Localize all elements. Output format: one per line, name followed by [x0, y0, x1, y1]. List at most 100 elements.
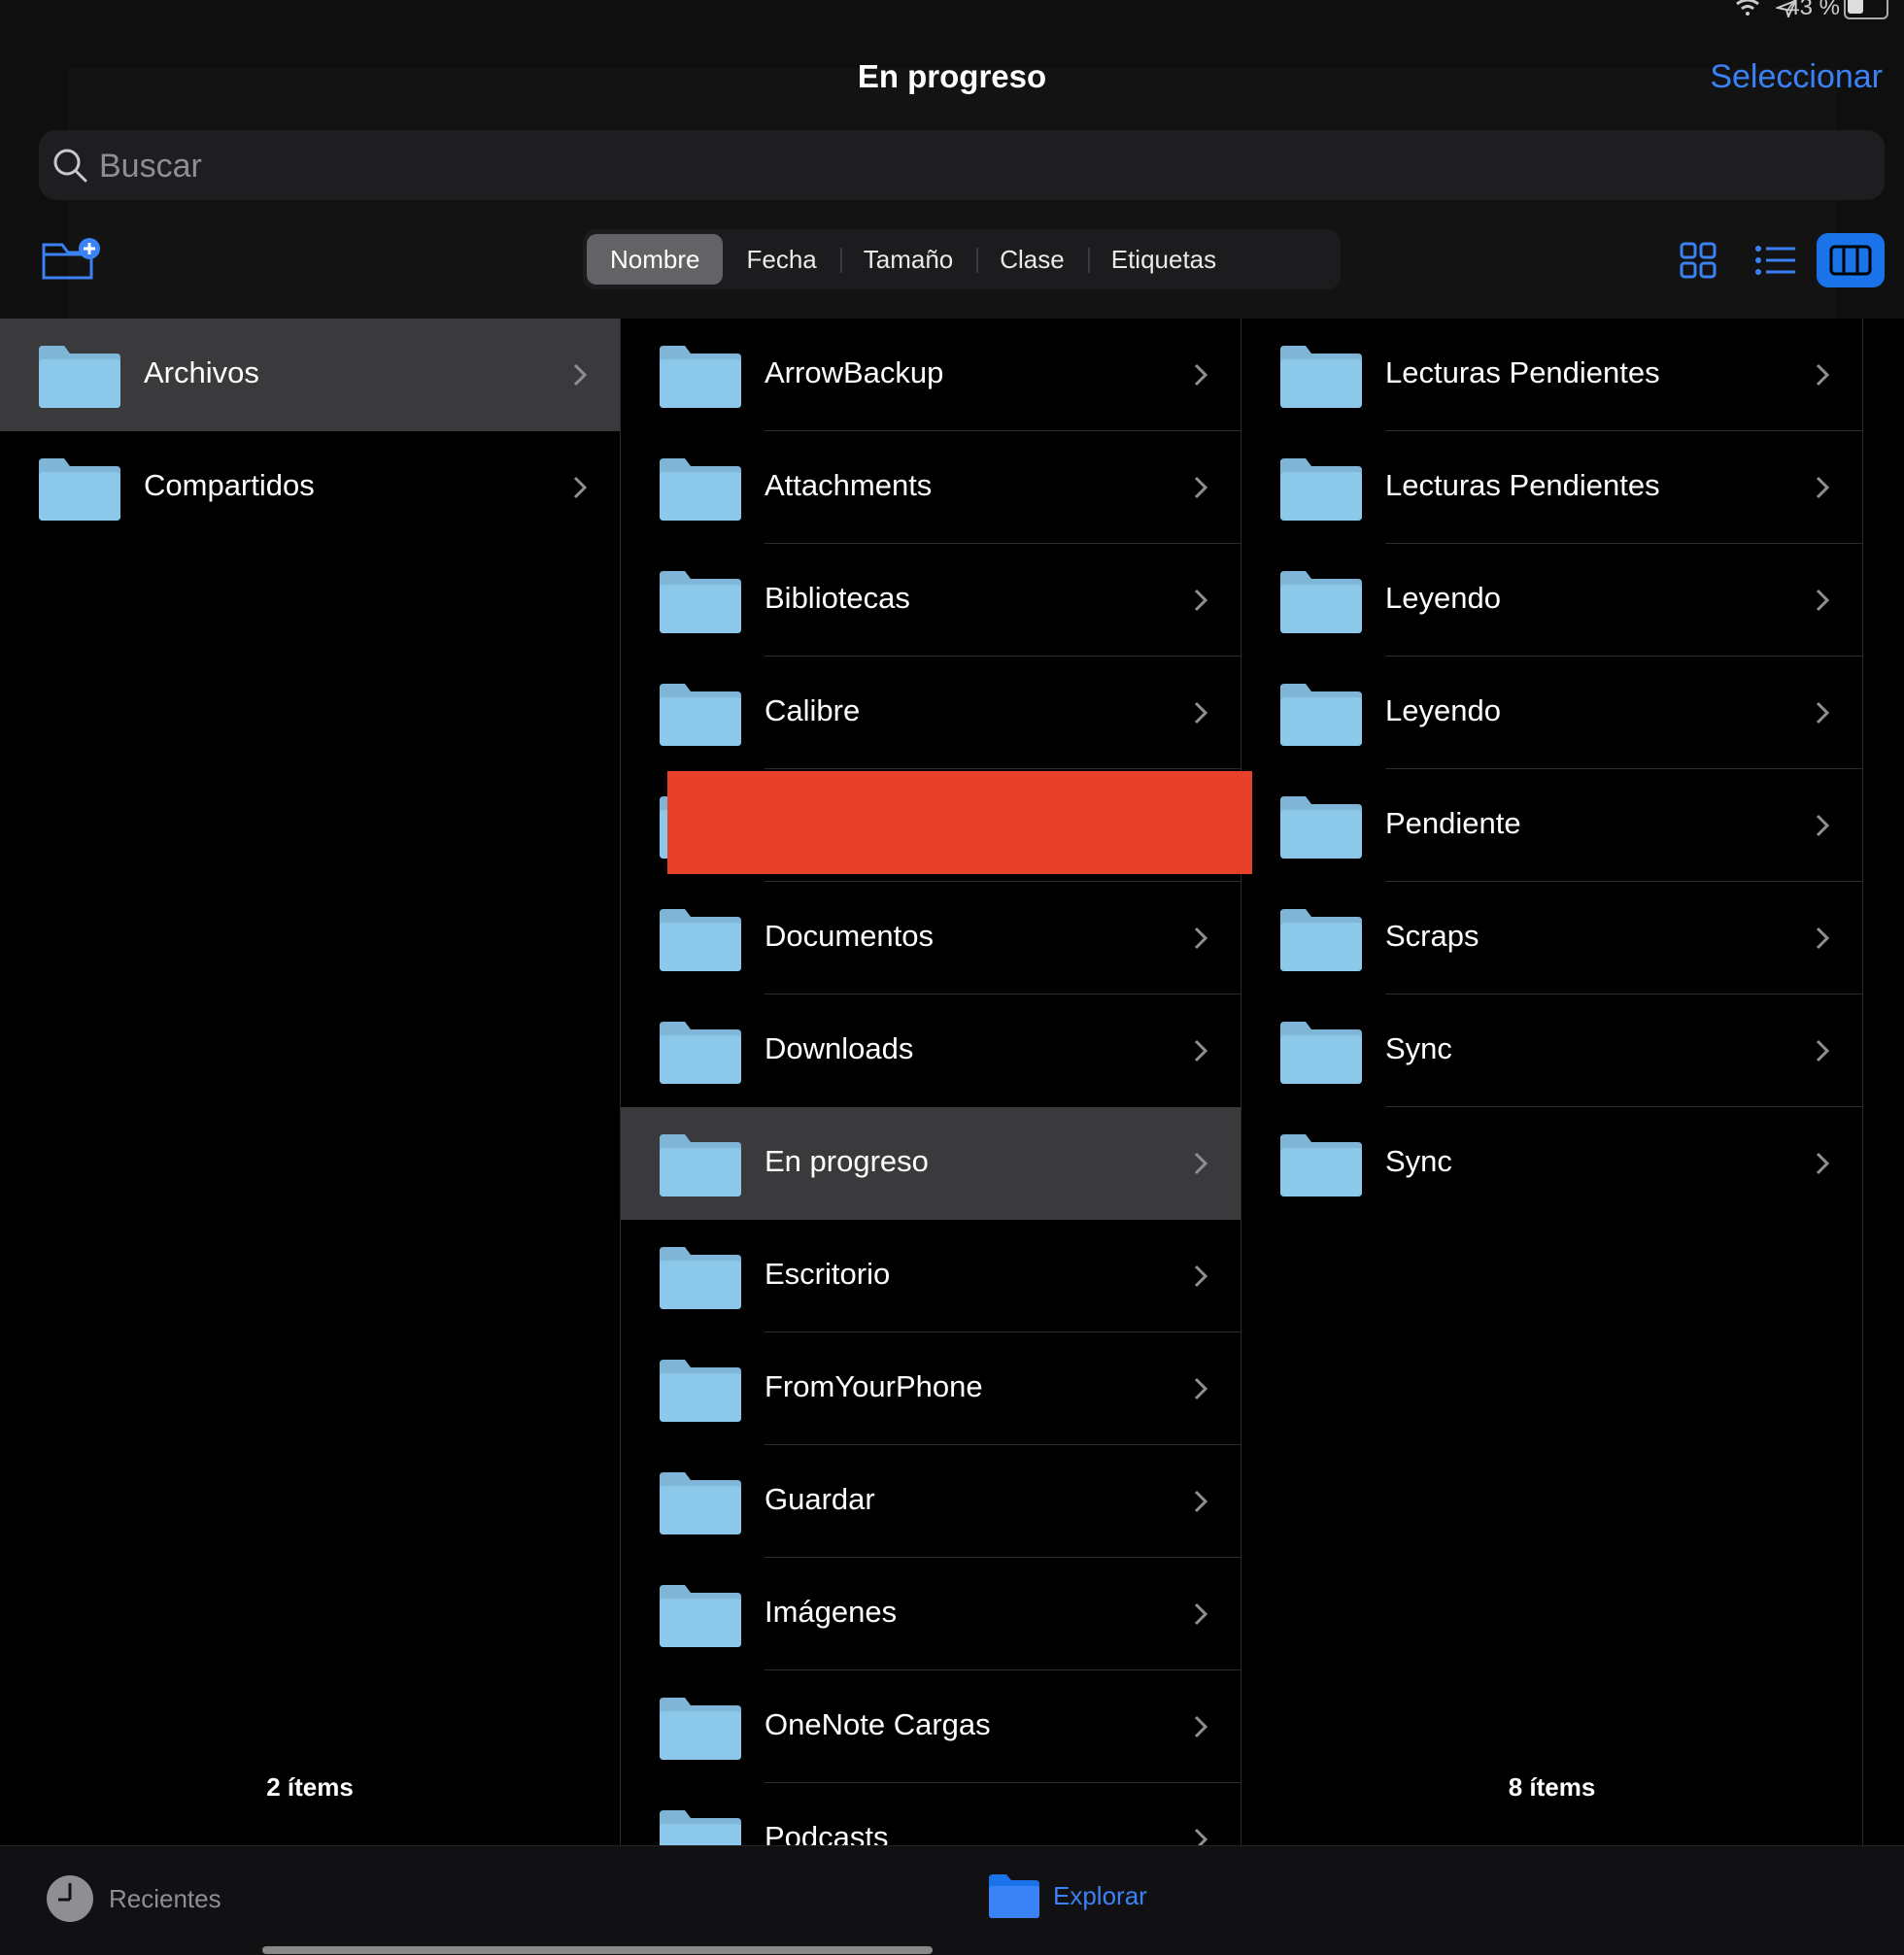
- new-folder-icon[interactable]: [41, 235, 103, 282]
- item-count: 2 ítems: [266, 1772, 354, 1802]
- tab-label: Recientes: [109, 1883, 221, 1913]
- item-label: Sync: [1385, 1031, 1452, 1065]
- chevron-right-icon: [1816, 701, 1830, 725]
- sort-by-tags[interactable]: Etiquetas: [1087, 234, 1240, 285]
- folder-icon: [1280, 346, 1362, 408]
- list-item[interactable]: Lecturas Pendientes: [1241, 431, 1862, 544]
- chevron-right-icon: [1194, 363, 1208, 387]
- chevron-right-icon: [1194, 476, 1208, 499]
- list-item[interactable]: FromYourPhone: [621, 1332, 1241, 1445]
- item-label: Pendiente: [1385, 806, 1521, 840]
- folder-icon: [1280, 796, 1362, 859]
- column-view-button[interactable]: [1817, 233, 1885, 287]
- folder-icon: [660, 909, 741, 971]
- tab-recientes[interactable]: Recientes: [45, 1873, 221, 1924]
- list-item-archivos[interactable]: Archivos: [0, 319, 620, 431]
- item-label: Imágenes: [765, 1595, 898, 1629]
- item-label: FromYourPhone: [765, 1369, 983, 1403]
- tab-explorar[interactable]: Explorar: [989, 1873, 1147, 1918]
- list-item[interactable]: Imágenes: [621, 1558, 1241, 1670]
- list-item[interactable]: Pendiente: [1241, 769, 1862, 882]
- item-label: Lecturas Pendientes: [1385, 355, 1660, 389]
- item-label: OneNote Cargas: [765, 1707, 991, 1741]
- folder-icon: [660, 684, 741, 746]
- shared-folder-icon: [39, 458, 120, 521]
- chevron-right-icon: [1194, 927, 1208, 950]
- chevron-right-icon: [1194, 1152, 1208, 1175]
- item-label: Leyendo: [1385, 693, 1501, 727]
- chevron-right-icon: [1194, 1039, 1208, 1062]
- column-view-icon: [1829, 245, 1872, 276]
- chevron-right-icon: [1194, 1490, 1208, 1513]
- sort-by-kind[interactable]: Clase: [976, 234, 1087, 285]
- list-item[interactable]: Attachments: [621, 431, 1241, 544]
- list-item[interactable]: Downloads: [621, 994, 1241, 1107]
- list-item[interactable]: Guardar: [621, 1445, 1241, 1558]
- folder-icon: [660, 1134, 741, 1197]
- list-item[interactable]: Calibre: [621, 657, 1241, 769]
- home-indicator: [262, 1946, 933, 1954]
- chevron-right-icon: [1816, 363, 1830, 387]
- sort-by-name[interactable]: Nombre: [587, 234, 724, 285]
- battery-percent: 43 %: [1786, 0, 1840, 20]
- folder-icon: [660, 1585, 741, 1647]
- item-label: Documentos: [765, 919, 935, 953]
- item-label: Downloads: [765, 1031, 914, 1065]
- list-item-compartidos[interactable]: Compartidos: [0, 431, 620, 544]
- chevron-right-icon: [1816, 1039, 1830, 1062]
- redaction-box: [667, 771, 1252, 874]
- item-label: Sync: [1385, 1144, 1452, 1178]
- list-item[interactable]: Lecturas Pendientes: [1241, 319, 1862, 431]
- folder-icon: [1280, 909, 1362, 971]
- select-button[interactable]: Seleccionar: [1710, 58, 1883, 96]
- folder-icon: [1280, 1022, 1362, 1084]
- list-item[interactable]: Sync: [1241, 994, 1862, 1107]
- list-item[interactable]: Escritorio: [621, 1220, 1241, 1332]
- folder-icon: [660, 1810, 741, 1845]
- folder-icon: [989, 1874, 1039, 1918]
- list-item-en-progreso[interactable]: En progreso: [621, 1107, 1241, 1220]
- item-label: Bibliotecas: [765, 581, 910, 615]
- chevron-right-icon: [1194, 1377, 1208, 1400]
- folder-icon: [660, 346, 741, 408]
- folder-icon: [660, 571, 741, 633]
- list-item[interactable]: Podcasts: [621, 1783, 1241, 1845]
- subfolders-column: Lecturas Pendientes Lecturas Pendientes …: [1241, 319, 1863, 1845]
- item-label: Guardar: [765, 1482, 875, 1516]
- list-item[interactable]: Leyendo: [1241, 657, 1862, 769]
- sort-by-size[interactable]: Tamaño: [839, 234, 977, 285]
- folder-icon: [660, 1360, 741, 1422]
- grid-view-icon[interactable]: [1679, 241, 1717, 280]
- folder-icon: [660, 458, 741, 521]
- item-label: Lecturas Pendientes: [1385, 468, 1660, 502]
- status-bar: 43 %: [1613, 0, 1904, 20]
- locations-column: Archivos Compartidos 2 ítems: [0, 319, 621, 1845]
- folder-icon: [39, 346, 120, 408]
- chevron-right-icon: [1194, 701, 1208, 725]
- item-label: Attachments: [765, 468, 933, 502]
- list-view-icon[interactable]: [1754, 241, 1797, 280]
- folder-icon: [660, 1698, 741, 1760]
- folder-icon: [1280, 571, 1362, 633]
- list-item[interactable]: OneNote Cargas: [621, 1670, 1241, 1783]
- folder-icon: [1280, 684, 1362, 746]
- item-label: Archivos: [144, 355, 259, 389]
- item-count: 8 ítems: [1508, 1772, 1596, 1802]
- chevron-right-icon: [1194, 1715, 1208, 1738]
- search-input[interactable]: [97, 130, 1850, 202]
- chevron-right-icon: [1194, 1264, 1208, 1288]
- list-item[interactable]: Scraps: [1241, 882, 1862, 994]
- item-label: Leyendo: [1385, 581, 1501, 615]
- list-item[interactable]: Sync: [1241, 1107, 1862, 1220]
- item-label: Compartidos: [144, 468, 315, 502]
- list-item[interactable]: Documentos: [621, 882, 1241, 994]
- chevron-right-icon: [1194, 1602, 1208, 1626]
- wifi-icon: [1736, 0, 1759, 16]
- sort-by-date[interactable]: Fecha: [723, 234, 839, 285]
- list-item[interactable]: Bibliotecas: [621, 544, 1241, 657]
- battery-icon: [1844, 0, 1888, 19]
- list-item[interactable]: ArrowBackup: [621, 319, 1241, 431]
- list-item[interactable]: Leyendo: [1241, 544, 1862, 657]
- folder-icon: [660, 1472, 741, 1534]
- search-bar[interactable]: [39, 130, 1885, 202]
